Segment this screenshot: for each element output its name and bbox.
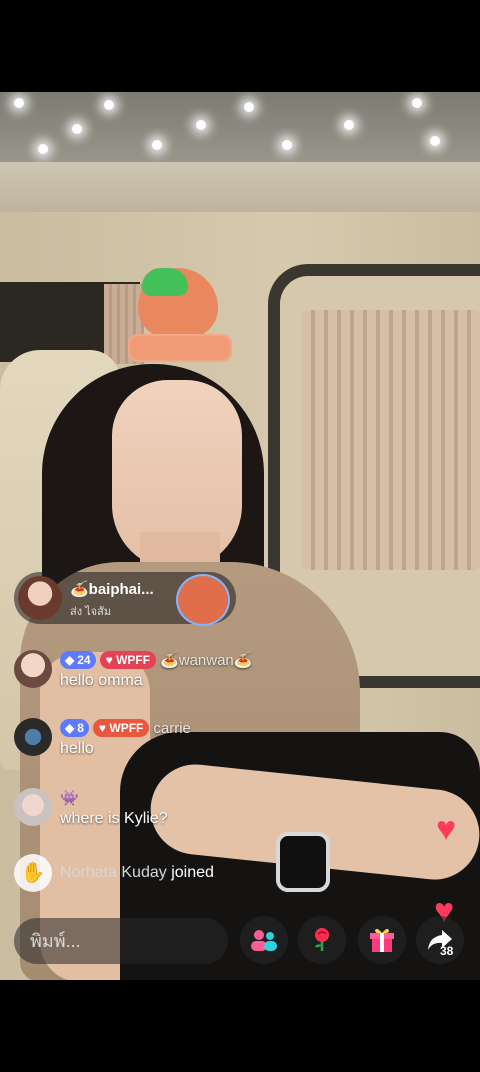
fan-badge: ♥ WPFF <box>99 651 157 669</box>
joined-username[interactable]: Norhata Kuday <box>60 864 167 881</box>
chat-text: hello omma <box>60 672 143 689</box>
level-badge: ◆ 24 <box>60 651 96 669</box>
chat-message[interactable]: ◆ 24 ♥ WPFF 🍝wanwan🍝 hello omma <box>14 648 434 692</box>
gift-icon <box>370 928 394 952</box>
fan-badge: ♥ WPFF <box>92 719 150 737</box>
live-video <box>0 92 480 980</box>
comment-input[interactable]: พิมพ์... <box>14 918 228 964</box>
guest-button[interactable] <box>240 916 288 964</box>
avatar[interactable] <box>14 718 52 756</box>
avatar[interactable] <box>18 576 62 620</box>
gift-button[interactable] <box>358 916 406 964</box>
pinned-subtext: ส่ง ไจสัม <box>70 606 112 618</box>
rose-button[interactable] <box>298 916 346 964</box>
heart-icon: ♥ <box>105 653 113 667</box>
pinned-gift-message[interactable]: 🍝baiphai... ส่ง ไจสัม <box>14 572 236 626</box>
heart-icon: ♥ <box>436 810 457 848</box>
share-count: 38 <box>440 944 454 958</box>
chat-username[interactable]: 🍝wanwan🍝 <box>160 651 252 669</box>
diamond-icon: ◆ <box>65 653 75 667</box>
gift-sticker-icon <box>176 574 230 626</box>
wave-icon: ✋ <box>14 854 52 892</box>
chat-text: where is Kylie? <box>60 810 168 827</box>
chat-username[interactable]: carrie <box>153 720 191 737</box>
rose-icon <box>315 928 329 951</box>
effect-sticker <box>124 268 232 366</box>
chat-text: hello <box>60 740 94 757</box>
chat-message[interactable]: ◆ 8 ♥ WPFF carrie hello <box>14 716 434 760</box>
heart-icon: ♥ <box>98 721 107 735</box>
ceiling <box>0 92 480 167</box>
guest-icon <box>251 930 277 951</box>
level-badge: ◆ 8 <box>60 719 89 737</box>
avatar[interactable] <box>14 650 52 688</box>
avatar[interactable] <box>14 788 52 826</box>
chat-message[interactable]: 👾 where is Kylie? <box>14 786 434 830</box>
diamond-icon: ◆ <box>65 721 75 735</box>
pinned-username: 🍝baiphai... <box>70 581 154 598</box>
space-invader-icon: 👾 <box>60 790 79 807</box>
watch <box>276 832 330 892</box>
joined-action: joined <box>171 864 214 881</box>
